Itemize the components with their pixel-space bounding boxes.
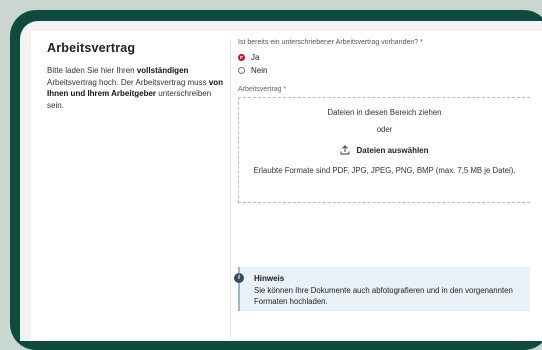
or-text: oder (376, 125, 393, 134)
form-panel: Arbeitsvertrag Bitte laden Sie hier Ihre… (31, 31, 542, 341)
description-part-bold: vollständigen (136, 66, 189, 75)
allowed-formats-text: Erlaubte Formate sind PDF, JPG, JPEG, PN… (253, 166, 516, 175)
section-title: Arbeitsvertrag (47, 41, 136, 55)
radio-label: Nein (251, 66, 268, 75)
info-icon: i (234, 273, 244, 283)
radio-option-ja[interactable]: Ja (238, 52, 538, 63)
radio-empty-icon[interactable] (238, 67, 245, 74)
drag-text: Dateien in diesen Bereich ziehen (327, 108, 442, 117)
description-part: Bitte laden Sie hier Ihren (47, 66, 137, 75)
page-card: Arbeitsvertrag Bitte laden Sie hier Ihre… (20, 21, 542, 341)
file-dropzone[interactable]: Dateien in diesen Bereich ziehen oder Da… (238, 97, 530, 203)
upload-field-label: Arbeitsvertrag * (238, 86, 287, 93)
choose-files-label: Dateien auswählen (356, 145, 429, 155)
question-label: Ist bereits ein unterschriebener Arbeits… (238, 39, 423, 46)
form-fields: Ist bereits ein unterschriebener Arbeits… (234, 39, 538, 311)
description-part: Arbeitsvertrag hoch. Der Arbeitsvertrag … (47, 77, 209, 87)
hint-title: Hinweis (254, 274, 285, 283)
hint-text: Sie können Ihre Dokumente auch abfotogra… (254, 286, 513, 306)
radio-selected-icon[interactable] (238, 54, 245, 61)
choose-files-button[interactable]: Dateien auswählen (340, 145, 429, 155)
upload-icon (341, 145, 350, 155)
column-divider (230, 39, 231, 339)
section-info: Arbeitsvertrag Bitte laden Sie hier Ihre… (47, 41, 227, 111)
hint-box: i Hinweis Sie können Ihre Dokumente auch… (234, 267, 530, 311)
radio-label: Ja (251, 53, 260, 62)
section-description: Bitte laden Sie hier Ihren vollständigen… (47, 65, 227, 111)
radio-option-nein[interactable]: Nein (238, 65, 538, 76)
